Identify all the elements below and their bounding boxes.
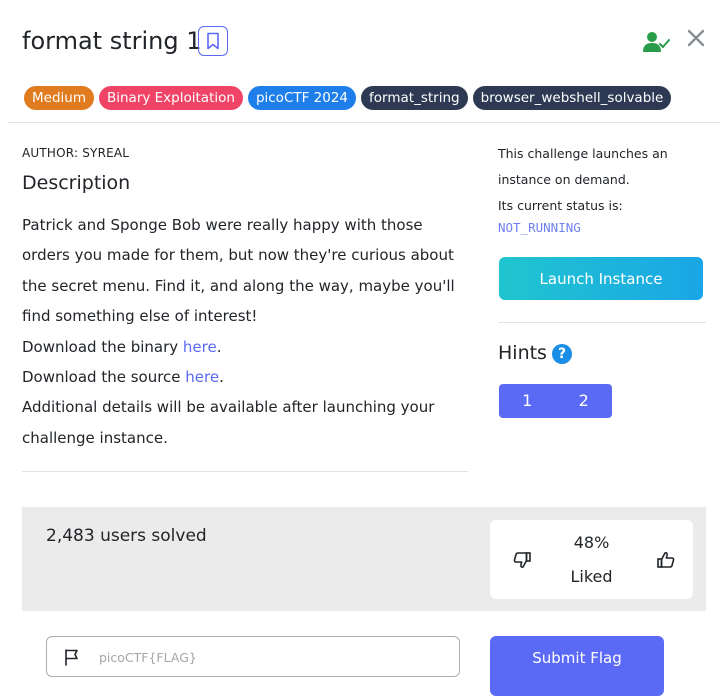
tag-list: Medium Binary Exploitation picoCTF 2024 …: [24, 86, 672, 110]
thumbs-up-icon[interactable]: [656, 550, 676, 570]
description-paragraph: Patrick and Sponge Bob were really happy…: [22, 216, 455, 326]
description-body: Patrick and Sponge Bob were really happy…: [22, 210, 472, 453]
bookmark-button[interactable]: [198, 26, 228, 56]
instance-status: NOT_RUNNING: [498, 220, 581, 235]
download-source-link[interactable]: here: [185, 368, 219, 386]
download-source-line: Download the source here.: [22, 368, 224, 387]
tag-topic[interactable]: format_string: [361, 86, 468, 110]
hint-button-1[interactable]: 1: [499, 384, 556, 418]
additional-details: Additional details will be available aft…: [22, 398, 435, 447]
tag-event[interactable]: picoCTF 2024: [247, 86, 357, 110]
submit-flag-button[interactable]: Submit Flag: [490, 636, 664, 696]
author-label: AUTHOR: SYREAL: [22, 146, 130, 160]
description-heading: Description: [22, 172, 131, 194]
help-icon[interactable]: ?: [552, 344, 572, 364]
page-title: format string 1: [22, 27, 202, 55]
like-card: 48% Liked: [490, 520, 693, 599]
launch-instance-button[interactable]: Launch Instance: [499, 257, 703, 300]
flag-input-wrapper: [46, 636, 460, 677]
download-binary-link[interactable]: here: [183, 338, 217, 356]
hint-button-2[interactable]: 2: [556, 384, 613, 418]
tag-difficulty[interactable]: Medium: [24, 86, 94, 110]
divider: [22, 471, 468, 472]
hint-button-group: 1 2: [499, 384, 612, 418]
solved-count: 2,483 users solved: [46, 526, 207, 546]
divider: [498, 322, 706, 323]
hints-heading: Hints: [498, 342, 547, 364]
download-binary-line: Download the binary here.: [22, 337, 222, 356]
close-icon[interactable]: [684, 26, 708, 50]
user-check-icon[interactable]: [642, 30, 670, 54]
tag-webshell[interactable]: browser_webshell_solvable: [472, 86, 672, 110]
flag-icon: [65, 649, 78, 666]
instance-info: This challenge launches an instance on d…: [498, 146, 668, 213]
tag-category[interactable]: Binary Exploitation: [98, 86, 243, 110]
divider: [8, 122, 720, 123]
bookmark-icon: [207, 32, 219, 50]
flag-input[interactable]: [97, 645, 441, 669]
